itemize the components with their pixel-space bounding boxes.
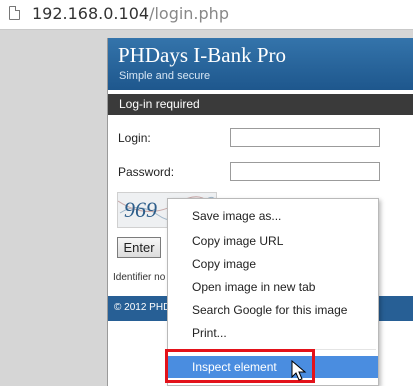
url-host: 192.168.0.104 [32,4,150,23]
login-field[interactable] [230,128,380,147]
mouse-cursor-icon [291,360,307,381]
app-title: PHDays I-Bank Pro [118,43,286,67]
address-bar[interactable]: 192.168.0.104/login.php [0,0,413,30]
password-label: Password: [118,165,175,179]
menu-item-label: Search Google for this image [192,303,348,317]
menu-item-label: Copy image [192,257,257,271]
menu-item-label: Open image in new tab [192,280,316,294]
enter-button[interactable]: Enter [117,237,161,258]
password-field[interactable] [230,162,380,181]
app-header: PHDays I-Bank Pro Simple and secure [108,38,413,90]
menu-item-label: Copy image URL [192,234,284,248]
captcha-text: 969 [124,197,157,222]
url-text[interactable]: 192.168.0.104/login.php [32,4,229,23]
url-path: /login.php [149,4,229,23]
menu-item-print[interactable]: Print... [168,322,378,344]
menu-item-open-image-new-tab[interactable]: Open image in new tab [168,276,378,298]
section-title: Log-in required [119,97,200,111]
footer-copyright: © 2012 PHD [114,302,171,313]
menu-item-label: Print... [192,326,227,340]
page-icon [9,6,20,20]
menu-item-copy-image[interactable]: Copy image [168,253,378,275]
menu-item-save-image[interactable]: Save image as... [168,205,378,227]
menu-item-copy-image-url[interactable]: Copy image URL [168,230,378,252]
identifier-text: Identifier no [113,272,166,283]
section-bar: Log-in required [108,94,413,115]
login-label: Login: [118,131,151,145]
menu-item-search-google-image[interactable]: Search Google for this image [168,299,378,321]
menu-item-label: Save image as... [192,209,282,223]
app-subtitle: Simple and secure [119,70,211,82]
